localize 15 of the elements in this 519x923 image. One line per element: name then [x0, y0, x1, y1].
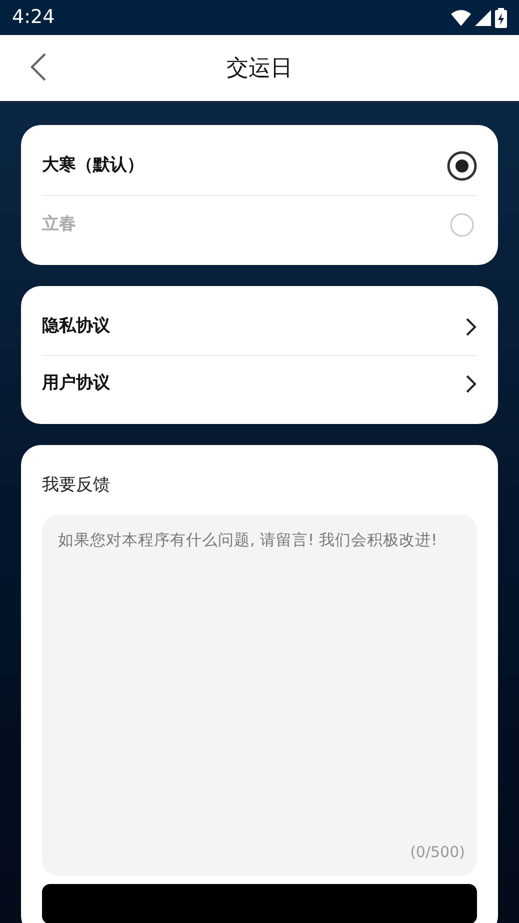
feedback-title: 我要反馈 [42, 474, 111, 497]
status-time: 4:24 [12, 5, 55, 30]
menu-item[interactable]: 用户协议 [42, 355, 477, 412]
signal-icon [475, 10, 491, 26]
page-title: 交运日 [226, 54, 292, 82]
menu-item[interactable]: 隐私协议 [42, 298, 477, 355]
radio-button[interactable] [447, 151, 477, 181]
character-counter: (0/500) [410, 842, 465, 863]
chevron-right-icon [465, 316, 477, 336]
battery-icon [495, 8, 507, 28]
wifi-icon [451, 10, 471, 26]
option-label: 立春 [42, 212, 76, 236]
back-button[interactable] [28, 52, 48, 82]
option-label: 大寒（默认） [42, 154, 144, 178]
chevron-right-icon [465, 374, 477, 394]
